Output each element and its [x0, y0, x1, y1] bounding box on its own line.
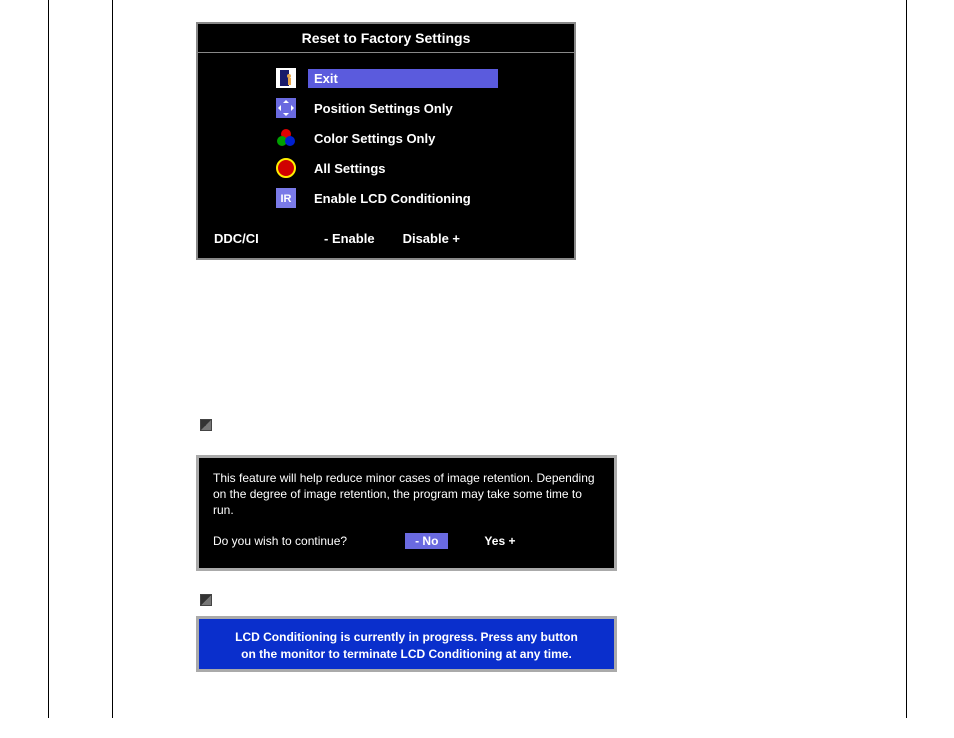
osd-item-color[interactable]: Color Settings Only — [198, 123, 574, 153]
separator-line — [906, 0, 907, 718]
osd-item-position[interactable]: Position Settings Only — [198, 93, 574, 123]
exit-icon — [276, 68, 296, 88]
note-icon — [200, 419, 212, 431]
osd-item-lcd-conditioning[interactable]: IR Enable LCD Conditioning — [198, 183, 574, 213]
osd-item-label: Position Settings Only — [308, 99, 459, 118]
osd-item-all[interactable]: All Settings — [198, 153, 574, 183]
all-settings-icon — [276, 158, 296, 178]
osd-title: Reset to Factory Settings — [198, 24, 574, 53]
ddcci-disable-button[interactable]: Disable + — [403, 231, 460, 246]
ir-icon: IR — [276, 188, 296, 208]
note-icon — [200, 594, 212, 606]
separator-line — [112, 0, 113, 718]
separator-line — [48, 0, 49, 718]
ddcci-label: DDC/CI — [214, 231, 324, 246]
dialog-text: This feature will help reduce minor case… — [213, 470, 600, 519]
svg-text:IR: IR — [281, 193, 292, 205]
osd-reset-panel: Reset to Factory Settings Exit Positio — [196, 22, 576, 260]
osd-items: Exit Position Settings Only Color Settin… — [198, 53, 574, 217]
dialog-question: Do you wish to continue? — [213, 534, 347, 548]
position-icon — [276, 98, 296, 118]
ddcci-enable-button[interactable]: - Enable — [324, 231, 375, 246]
osd-footer: DDC/CI - Enable Disable + — [198, 217, 574, 258]
progress-text: LCD Conditioning is currently in progres… — [229, 629, 584, 663]
osd-item-label: Enable LCD Conditioning — [308, 189, 477, 208]
lcd-conditioning-progress: LCD Conditioning is currently in progres… — [196, 616, 617, 672]
no-button[interactable]: - No — [405, 533, 448, 549]
osd-item-label: All Settings — [308, 159, 392, 178]
lcd-conditioning-dialog: This feature will help reduce minor case… — [196, 455, 617, 571]
yes-button[interactable]: Yes + — [484, 534, 515, 548]
osd-item-label: Exit — [308, 69, 498, 88]
osd-item-exit[interactable]: Exit — [198, 63, 574, 93]
color-icon — [276, 128, 296, 148]
osd-item-label: Color Settings Only — [308, 129, 441, 148]
